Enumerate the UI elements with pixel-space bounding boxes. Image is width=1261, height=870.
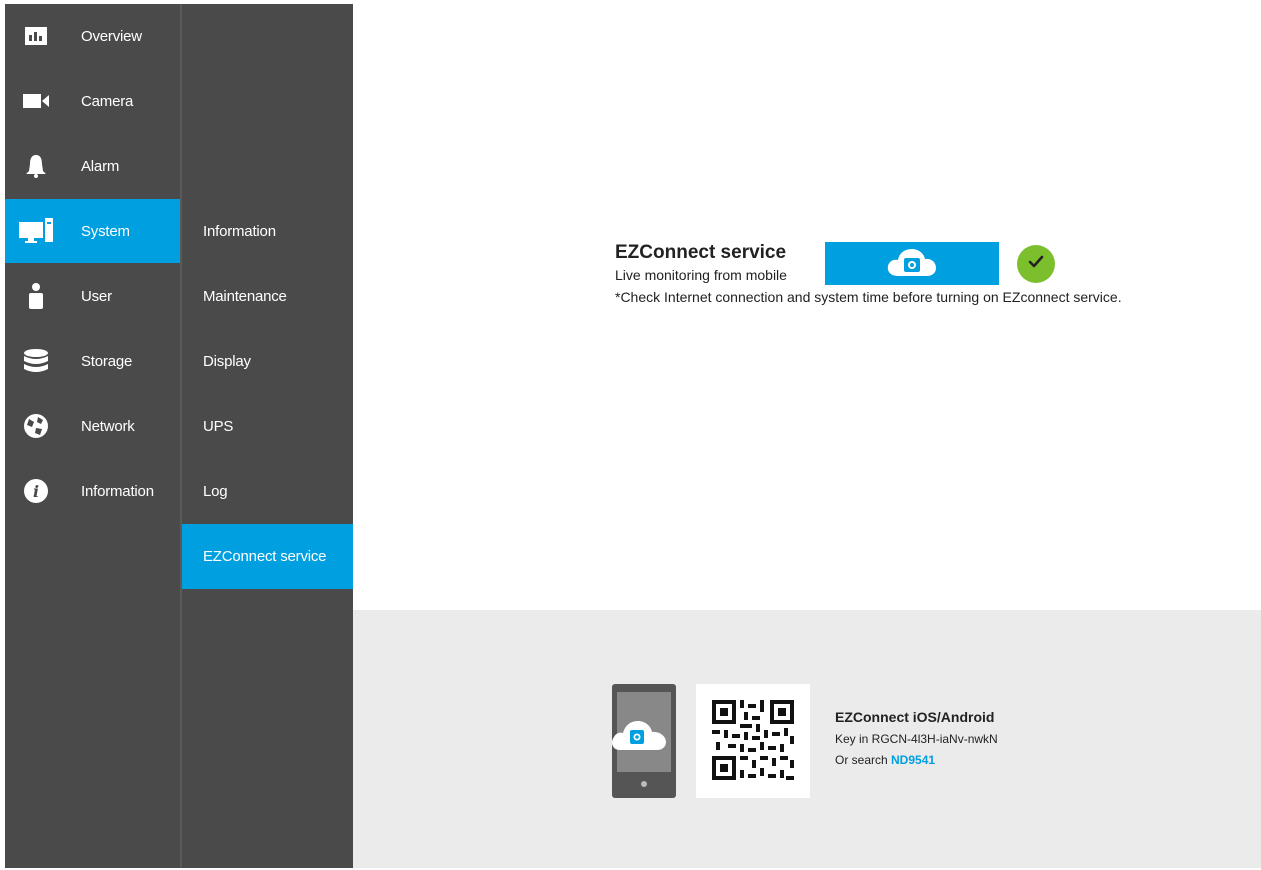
subnav-item-ups[interactable]: UPS (182, 394, 353, 459)
subnav-item-log[interactable]: Log (182, 459, 353, 524)
sidebar-item-network[interactable]: Network (5, 394, 180, 458)
overview-icon (19, 19, 53, 53)
subnav-item-label: Information (203, 223, 276, 240)
sidebar-item-label: Information (81, 482, 154, 500)
subnav-item-maintenance[interactable]: Maintenance (182, 264, 353, 329)
subnav-item-label: UPS (203, 418, 234, 435)
service-subtitle: Live monitoring from mobile (615, 267, 787, 283)
sidebar-item-user[interactable]: User (5, 264, 180, 328)
content-panel (353, 4, 1261, 610)
sidebar-item-overview[interactable]: Overview (5, 4, 180, 68)
subnav-item-display[interactable]: Display (182, 329, 353, 394)
subnav-item-label: Maintenance (203, 288, 287, 305)
sidebar-item-label: System (81, 222, 130, 240)
subnav-item-label: Display (203, 353, 251, 370)
subnav-item-label: EZConnect service (203, 548, 327, 565)
app-search-term: ND9541 (891, 753, 936, 767)
user-icon (19, 279, 53, 313)
bell-icon (19, 149, 53, 183)
svg-text:i: i (33, 482, 39, 501)
globe-icon (19, 409, 53, 443)
sidebar-item-label: Camera (81, 92, 134, 110)
qr-code (696, 684, 810, 798)
app-key-text: Key in RGCN-4l3H-iaNv-nwkN (835, 732, 998, 746)
sidebar-item-label: Network (81, 417, 135, 435)
sidebar-item-storage[interactable]: Storage (5, 329, 180, 393)
check-icon (1028, 255, 1044, 274)
cloud-camera-icon (886, 246, 938, 281)
info-icon: i (19, 474, 53, 508)
app-title: EZConnect iOS/Android (835, 709, 995, 725)
system-icon (19, 214, 53, 248)
ezconnect-toggle-button[interactable] (825, 242, 999, 285)
sidebar-item-camera[interactable]: Camera (5, 69, 180, 133)
subnav-item-label: Log (203, 483, 228, 500)
app-search-text: Or search ND9541 (835, 753, 935, 767)
subnav: Information Maintenance Display UPS Log … (182, 4, 353, 868)
page-title: EZConnect service (615, 242, 787, 263)
storage-icon (19, 344, 53, 378)
sidebar-item-label: Overview (81, 27, 142, 45)
subnav-item-ezconnect[interactable]: EZConnect service (182, 524, 353, 589)
camera-icon (19, 84, 53, 118)
service-note: *Check Internet connection and system ti… (615, 289, 1122, 305)
subnav-item-information[interactable]: Information (182, 199, 353, 264)
sidebar-item-label: User (81, 287, 112, 305)
sidebar-item-system[interactable]: System (5, 199, 180, 263)
sidebar: Overview Camera Alarm System User Storag… (5, 4, 180, 868)
app-search-prefix: Or search (835, 753, 892, 767)
sidebar-item-alarm[interactable]: Alarm (5, 134, 180, 198)
sidebar-item-label: Storage (81, 352, 133, 370)
sidebar-item-information[interactable]: i Information (5, 459, 180, 523)
phone-illustration (612, 684, 676, 798)
status-check-badge (1017, 245, 1055, 283)
sidebar-item-label: Alarm (81, 157, 120, 175)
